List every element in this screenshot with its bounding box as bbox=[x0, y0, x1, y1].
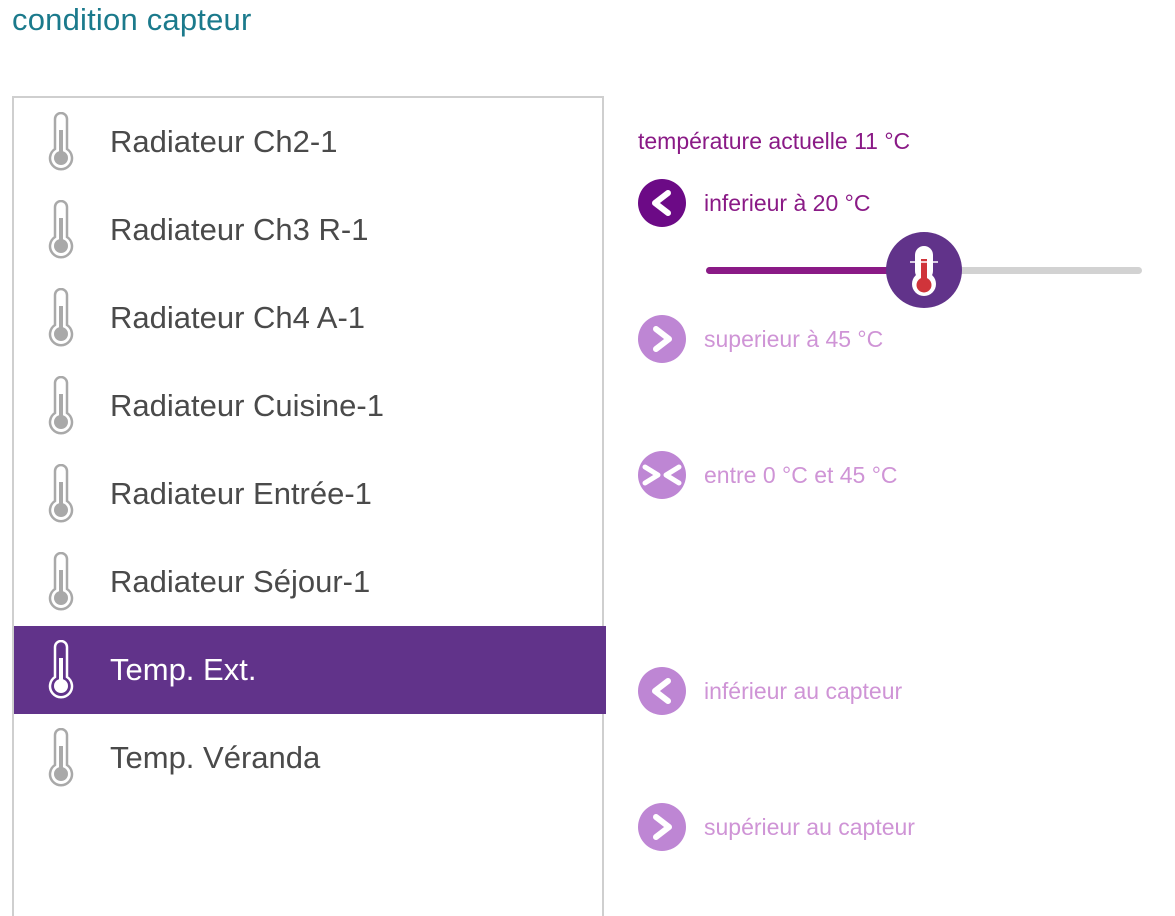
sensor-item-label: Radiateur Entrée-1 bbox=[110, 476, 372, 511]
condition-option-between[interactable]: entre 0 °C et 45 °C bbox=[638, 451, 898, 499]
thermometer-icon bbox=[46, 199, 76, 262]
sensor-item-radiateur-sejour[interactable]: Radiateur Séjour-1 bbox=[14, 538, 606, 626]
slider-thumb[interactable] bbox=[886, 232, 962, 308]
condition-option-label: inferieur à 20 °C bbox=[704, 189, 871, 216]
thermometer-icon bbox=[46, 111, 76, 174]
thermometer-icon bbox=[46, 287, 76, 350]
sensor-item-label: Radiateur Ch2-1 bbox=[110, 124, 338, 159]
thermometer-icon bbox=[46, 375, 76, 438]
condition-option-label: supérieur au capteur bbox=[704, 813, 915, 840]
thermometer-icon bbox=[46, 551, 76, 614]
greater-than-icon bbox=[638, 803, 686, 851]
thermometer-icon bbox=[46, 463, 76, 526]
sensor-item-label: Radiateur Ch3 R-1 bbox=[110, 212, 369, 247]
condition-option-less-than-sensor[interactable]: inférieur au capteur bbox=[638, 667, 902, 715]
less-than-icon bbox=[638, 667, 686, 715]
sensor-item-radiateur-cuisine[interactable]: Radiateur Cuisine-1 bbox=[14, 362, 606, 450]
condition-option-label: entre 0 °C et 45 °C bbox=[704, 461, 898, 488]
sensor-item-radiateur-ch4[interactable]: Radiateur Ch4 A-1 bbox=[14, 274, 606, 362]
sensor-item-label: Temp. Véranda bbox=[110, 740, 321, 775]
threshold-slider[interactable] bbox=[704, 230, 1144, 310]
condition-option-less-than-value[interactable]: inferieur à 20 °C bbox=[638, 179, 870, 227]
thermometer-icon bbox=[46, 639, 76, 702]
sensor-item-temp-veranda[interactable]: Temp. Véranda bbox=[14, 714, 606, 802]
sensor-condition-screen: condition capteur Radiateur Ch2-1 Radiat… bbox=[0, 0, 1175, 916]
condition-option-label: superieur à 45 °C bbox=[704, 325, 884, 352]
page-title: condition capteur bbox=[12, 2, 252, 37]
sensor-item-radiateur-entree[interactable]: Radiateur Entrée-1 bbox=[14, 450, 606, 538]
less-than-icon bbox=[638, 179, 686, 227]
condition-option-label: inférieur au capteur bbox=[704, 677, 903, 704]
thermometer-icon bbox=[46, 727, 76, 790]
sensor-item-radiateur-ch2[interactable]: Radiateur Ch2-1 bbox=[14, 98, 606, 186]
sensor-item-label: Radiateur Ch4 A-1 bbox=[110, 300, 366, 335]
sensor-item-label: Radiateur Séjour-1 bbox=[110, 564, 371, 599]
sensor-list: Radiateur Ch2-1 Radiateur Ch3 R-1 Radiat… bbox=[12, 96, 606, 916]
thermometer-icon bbox=[910, 246, 938, 296]
current-temperature: température actuelle 11 °C bbox=[638, 128, 911, 154]
sensor-item-temp-ext[interactable]: Temp. Ext. bbox=[14, 626, 606, 714]
condition-option-greater-than-sensor[interactable]: supérieur au capteur bbox=[638, 803, 915, 851]
greater-than-icon bbox=[638, 315, 686, 363]
sensor-item-radiateur-ch3[interactable]: Radiateur Ch3 R-1 bbox=[14, 186, 606, 274]
sensor-item-label: Temp. Ext. bbox=[110, 652, 257, 687]
condition-option-greater-than-value[interactable]: superieur à 45 °C bbox=[638, 315, 883, 363]
sensor-item-label: Radiateur Cuisine-1 bbox=[110, 388, 384, 423]
between-icon bbox=[638, 451, 686, 499]
